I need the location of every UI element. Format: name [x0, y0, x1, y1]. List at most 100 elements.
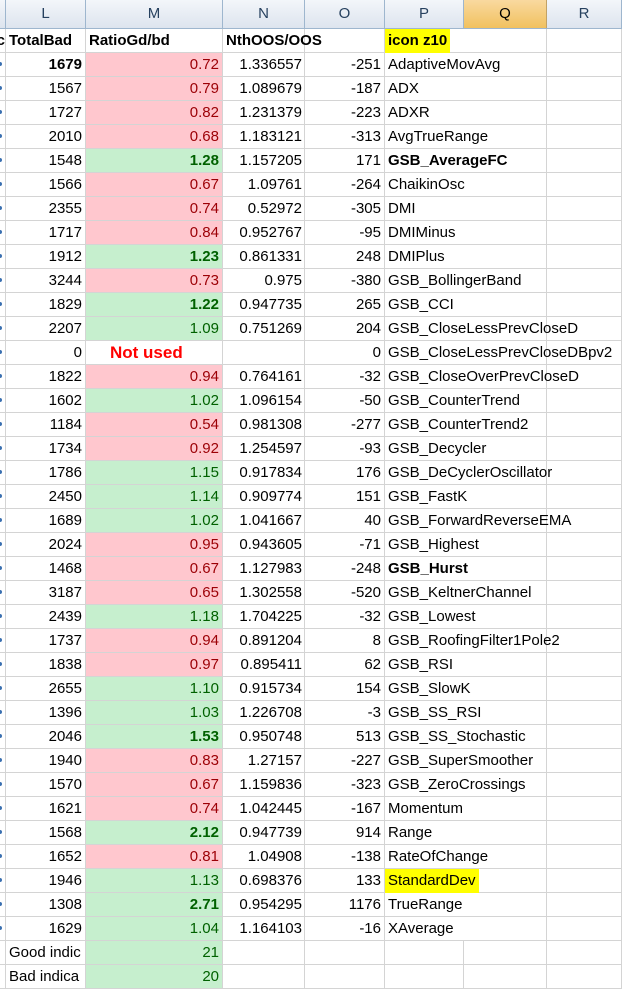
cell-ratio[interactable]: 0.83	[86, 749, 223, 773]
cell-R[interactable]	[547, 221, 622, 245]
cell-indicator-name[interactable]: ChaikinOsc	[385, 173, 465, 197]
cell-indicator-name[interactable]: Momentum	[385, 797, 464, 821]
cell-R[interactable]	[547, 461, 622, 485]
cell-nthoos[interactable]: 0.698376	[223, 869, 305, 893]
cell-indicator-name[interactable]: StandardDev	[385, 869, 479, 893]
cell-R[interactable]	[547, 557, 622, 581]
cell-totalbad[interactable]: 1679	[6, 53, 86, 77]
cell-ratio[interactable]: 0.67	[86, 557, 223, 581]
cell-ratio[interactable]: 0.81	[86, 845, 223, 869]
cell-R[interactable]	[547, 797, 622, 821]
cell-nthoos[interactable]: 0.52972	[223, 197, 305, 221]
cell-nthoos[interactable]: 1.704225	[223, 605, 305, 629]
cell-totalbad[interactable]: 2010	[6, 125, 86, 149]
cell-ratio[interactable]: 2.12	[86, 821, 223, 845]
cell-o[interactable]: 151	[305, 485, 385, 509]
cell-o[interactable]: -93	[305, 437, 385, 461]
cell-totalbad[interactable]: 1912	[6, 245, 86, 269]
cell-R[interactable]	[547, 245, 622, 269]
cell-o[interactable]: 171	[305, 149, 385, 173]
cell-totalbad[interactable]: 2024	[6, 533, 86, 557]
cell-o[interactable]: 133	[305, 869, 385, 893]
cell-nthoos[interactable]: 1.226708	[223, 701, 305, 725]
cell-ratio[interactable]: 1.02	[86, 509, 223, 533]
cell-ratio[interactable]: 1.09	[86, 317, 223, 341]
cell-nthoos[interactable]: 1.09761	[223, 173, 305, 197]
cell-o[interactable]: -71	[305, 533, 385, 557]
cell-totalbad[interactable]: 1652	[6, 845, 86, 869]
column-header-Q[interactable]: Q	[464, 0, 547, 28]
cell-o[interactable]: 8	[305, 629, 385, 653]
cell-totalbad[interactable]: 1396	[6, 701, 86, 725]
cell-indicator-name[interactable]	[385, 965, 464, 989]
cell-nthoos[interactable]: 0.952767	[223, 221, 305, 245]
cell-nthoos[interactable]: 0.954295	[223, 893, 305, 917]
spreadsheet[interactable]: L M N O P Q R c TotalBad RatioGd/bd NthO…	[0, 0, 622, 994]
cell-indicator-name[interactable]: GSB_SS_RSI	[385, 701, 481, 725]
cell-o[interactable]: 513	[305, 725, 385, 749]
cell-indicator-name[interactable]: ADXR	[385, 101, 464, 125]
cell-ratio[interactable]: 0.74	[86, 197, 223, 221]
cell-Q[interactable]	[464, 245, 547, 269]
cell-ratio[interactable]: 0.72	[86, 53, 223, 77]
cell-R[interactable]	[547, 197, 622, 221]
cell-indicator-name[interactable]: GSB_KeltnerChannel	[385, 581, 531, 605]
cell-o[interactable]: -227	[305, 749, 385, 773]
cell-totalbad[interactable]: 2439	[6, 605, 86, 629]
cell-totalbad[interactable]: 3187	[6, 581, 86, 605]
cell-totalbad[interactable]: 1734	[6, 437, 86, 461]
cell-R[interactable]	[547, 749, 622, 773]
header-nthoos[interactable]: NthOOS/OOS	[223, 29, 322, 53]
cell-o[interactable]: -313	[305, 125, 385, 149]
cell-nthoos[interactable]: 1.336557	[223, 53, 305, 77]
column-header-N[interactable]: N	[223, 0, 305, 28]
cell-indicator-name[interactable]: GSB_RSI	[385, 653, 464, 677]
cell-totalbad[interactable]: 1566	[6, 173, 86, 197]
cell-totalbad[interactable]: 1308	[6, 893, 86, 917]
cell-indicator-name[interactable]: GSB_CounterTrend	[385, 389, 520, 413]
cell-ratio[interactable]: 1.53	[86, 725, 223, 749]
column-header-M[interactable]: M	[86, 0, 223, 28]
cell-nthoos[interactable]: 0.861331	[223, 245, 305, 269]
cell-Q[interactable]	[464, 197, 547, 221]
cell-indicator-name[interactable]: GSB_CloseLessPrevCloseD	[385, 317, 578, 341]
cell-indicator-name[interactable]: TrueRange	[385, 893, 464, 917]
cell-Q[interactable]	[464, 893, 547, 917]
cell-o[interactable]: -248	[305, 557, 385, 581]
cell-ratio[interactable]: 1.15	[86, 461, 223, 485]
cell-R[interactable]	[547, 437, 622, 461]
cell-totalbad[interactable]: 1946	[6, 869, 86, 893]
cell-o[interactable]: -520	[305, 581, 385, 605]
cell-nthoos[interactable]: 0.915734	[223, 677, 305, 701]
cell-nthoos[interactable]: 1.302558	[223, 581, 305, 605]
cell-ratio[interactable]: 1.23	[86, 245, 223, 269]
cell-totalbad[interactable]: 1689	[6, 509, 86, 533]
cell-nthoos[interactable]: 1.041667	[223, 509, 305, 533]
cell-o[interactable]: -50	[305, 389, 385, 413]
header-totalbad[interactable]: TotalBad	[6, 29, 86, 53]
cell-o[interactable]: -323	[305, 773, 385, 797]
cell-Q[interactable]	[464, 221, 547, 245]
cell-ratio[interactable]: 1.14	[86, 485, 223, 509]
column-header-O[interactable]: O	[305, 0, 385, 28]
cell-totalbad[interactable]: 1717	[6, 221, 86, 245]
cell-R[interactable]	[547, 173, 622, 197]
cell-o[interactable]: -380	[305, 269, 385, 293]
cell-nthoos[interactable]	[223, 941, 305, 965]
cell-ratio[interactable]: 1.18	[86, 605, 223, 629]
cell-o[interactable]: 248	[305, 245, 385, 269]
cell-totalbad[interactable]: 1568	[6, 821, 86, 845]
cell-totalbad[interactable]: 2450	[6, 485, 86, 509]
cell-totalbad[interactable]: 1822	[6, 365, 86, 389]
cell-indicator-name[interactable]: GSB_FastK	[385, 485, 467, 509]
cell-o[interactable]: -95	[305, 221, 385, 245]
cell-indicator-name[interactable]: AvgTrueRange	[385, 125, 488, 149]
cell-totalbad[interactable]: 1629	[6, 917, 86, 941]
cell-R[interactable]	[547, 101, 622, 125]
cell-o[interactable]: -251	[305, 53, 385, 77]
cell-indicator-name[interactable]: GSB_ForwardReverseEMA	[385, 509, 571, 533]
cell-ratio[interactable]: 1.13	[86, 869, 223, 893]
cell-Q[interactable]	[464, 77, 547, 101]
cell-nthoos[interactable]: 0.947735	[223, 293, 305, 317]
cell-nthoos[interactable]	[223, 341, 305, 365]
